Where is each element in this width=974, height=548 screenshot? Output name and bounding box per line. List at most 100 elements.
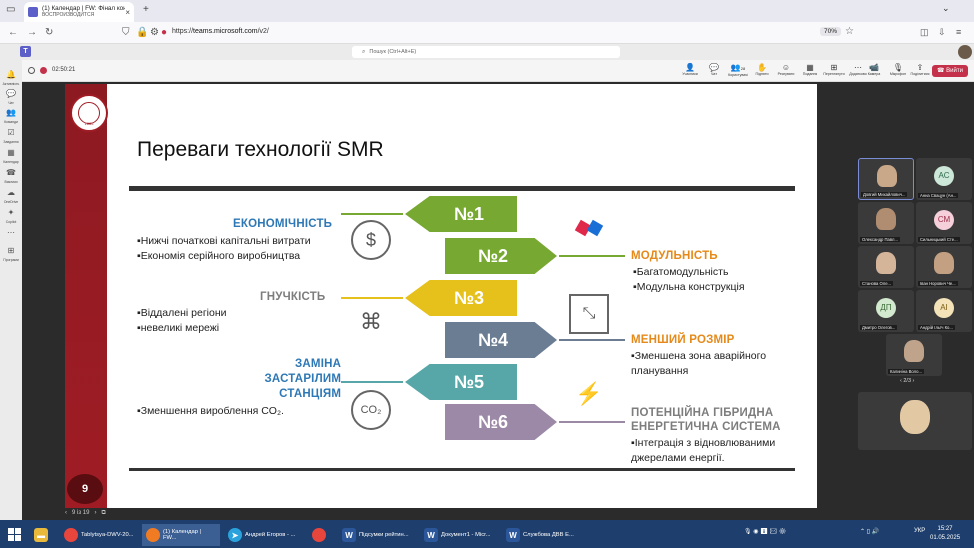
rail-teams[interactable]: 👥 Команди: [0, 102, 22, 124]
react-button[interactable]: ☺ Реагувати: [774, 63, 798, 76]
connector-4: [559, 339, 625, 341]
popout-icon[interactable]: ⧉: [101, 510, 105, 516]
participant-avatar: [876, 208, 896, 230]
participant-tile[interactable]: СМ Сильницький Сте...: [916, 202, 972, 244]
rail-apps[interactable]: ⊞ Програми: [0, 240, 22, 262]
taskbar-label: Андрей Егоров - ...: [245, 532, 296, 538]
tray-status-icons[interactable]: ⌃ ▯ 🔊: [860, 528, 879, 535]
tasks-icon: ☑: [7, 128, 15, 137]
people-button[interactable]: 👥28 Користувачі: [726, 63, 750, 77]
shrink-icon: ⤡: [569, 294, 609, 334]
participant-tile[interactable]: АС Анна Свацун (Ан...: [916, 158, 972, 200]
participant-name: Олександр Павл...: [860, 237, 900, 242]
search-input[interactable]: ⌕ Пошук (Ctrl+Alt+E): [352, 46, 620, 58]
rail-copilot[interactable]: ✦ Copilot: [0, 202, 22, 224]
bullet: ▪Багатомодульність: [633, 266, 729, 278]
people-count-icon: 👥28: [730, 63, 746, 72]
forward-icon[interactable]: →: [27, 27, 37, 38]
participant-tile[interactable]: Олександр Павл...: [858, 202, 914, 244]
modules-icon: [569, 208, 609, 248]
zoom-level[interactable]: 70%: [820, 27, 842, 36]
clock-date: 01.05.2025: [930, 535, 961, 541]
taskbar-item[interactable]: ➤ Андрей Егоров - ...: [224, 524, 302, 546]
lock-icon[interactable]: 🔒: [136, 27, 148, 38]
shield-icon[interactable]: ⛉: [122, 27, 130, 38]
windows-start-icon[interactable]: [8, 528, 21, 541]
next-slide-icon[interactable]: ›: [94, 510, 96, 516]
university-seal-icon: 1885: [70, 94, 108, 132]
taskbar-label: Підсумки рейтин...: [359, 532, 409, 538]
close-tab-icon[interactable]: ×: [125, 8, 130, 17]
heading-modularity: МОДУЛЬНІСТЬ: [631, 250, 718, 262]
participant-tile[interactable]: Станова Оле...: [858, 246, 914, 288]
permissions-icon[interactable]: ⚙: [150, 27, 159, 38]
leave-button[interactable]: ☎ Вийти: [932, 65, 968, 77]
participants-count: 28: [740, 66, 746, 71]
search-icon: ⌕: [362, 48, 366, 55]
reload-icon[interactable]: ↻: [45, 27, 53, 38]
language-indicator[interactable]: УКР: [914, 528, 925, 534]
connector-1: [341, 213, 403, 215]
menu-icon[interactable]: ≡: [956, 27, 961, 37]
heading-line: ПОТЕНЦІЙНА ГІБРИДНА: [631, 407, 774, 419]
participant-tile[interactable]: АІ Андрій Ільїч Ко...: [916, 290, 972, 332]
view-button[interactable]: ▦ Подання: [798, 63, 822, 76]
tab-list-icon[interactable]: ▭: [6, 5, 15, 15]
bullet: ▪Нижчі початкові капітальні витрати: [137, 235, 311, 247]
participant-tile[interactable]: Іван Норович Че...: [916, 246, 972, 288]
arrow-2: №2: [445, 238, 557, 274]
participant-initials: ДП: [876, 298, 896, 318]
user-avatar[interactable]: [958, 45, 972, 59]
tray-icons[interactable]: 🎙 ◉ ⬇ ✉ ⚙: [744, 528, 786, 535]
self-video-tile[interactable]: [858, 392, 972, 450]
heading-smaller-size: МЕНШИЙ РОЗМІР: [631, 334, 735, 346]
network-icon: ⌘: [360, 309, 382, 334]
pocket-icon[interactable]: ◫: [920, 27, 929, 38]
share-button[interactable]: ⇪ Поділитися: [908, 63, 932, 76]
participant-initials: СМ: [934, 210, 954, 230]
extensions-icon[interactable]: ⇩: [938, 27, 946, 38]
toolbar-label: Мікрофон: [889, 72, 907, 76]
microphone-active-icon[interactable]: ●: [161, 27, 167, 38]
taskbar-item[interactable]: W Документ1 - Micr...: [420, 524, 498, 546]
connector-3: [341, 297, 403, 299]
raise-hand-button[interactable]: ✋ Підняти: [750, 63, 774, 76]
rail-calendar[interactable]: ▦ Календар: [0, 142, 22, 164]
participants-view-button[interactable]: 👤 Учасники: [678, 63, 702, 76]
rail-tasks[interactable]: ☑ Завдання: [0, 122, 22, 144]
meeting-info-icon[interactable]: [28, 67, 35, 74]
chat-button[interactable]: 💬 Чат: [702, 63, 726, 76]
participant-tile[interactable]: Довгий Михайлович...: [858, 158, 914, 200]
review-button[interactable]: ⊞ Переглянути: [822, 63, 846, 76]
taskbar-item[interactable]: W Підсумки рейтин...: [338, 524, 416, 546]
microphone-button[interactable]: 🎙 Мікрофон: [886, 63, 910, 76]
camera-button[interactable]: 📹 Камера: [862, 63, 886, 76]
system-clock[interactable]: 15:27 01.05.2025: [930, 525, 960, 543]
bookmark-star-icon[interactable]: ☆: [845, 26, 854, 37]
previous-slide-icon[interactable]: ‹: [65, 510, 67, 516]
slide-divider-top: [129, 186, 795, 191]
rail-onedrive[interactable]: ☁ OneDrive: [0, 182, 22, 204]
taskbar-item[interactable]: [308, 524, 334, 546]
windows-taskbar: ▬ Tablytsya-DWV-20... (1) Календар | FW.…: [0, 520, 974, 548]
browser-tab[interactable]: (1) Календар | FW: Фінал конк... ВОСПРОИ…: [24, 2, 134, 22]
participant-tile[interactable]: ДП Дмитро Олегов...: [858, 290, 914, 332]
new-tab-icon[interactable]: +: [143, 5, 149, 15]
rail-more[interactable]: ⋯: [0, 222, 22, 240]
chat-icon: 💬: [709, 63, 719, 72]
heading-line: СТАНЦІЯМ: [279, 388, 342, 400]
participant-tile[interactable]: Калиніна Воло...: [886, 334, 942, 376]
participants-pager[interactable]: ‹ 2/3 ›: [900, 378, 914, 384]
tab-title: (1) Календар | FW: Фінал конк...: [42, 5, 126, 12]
taskbar-item[interactable]: Tablytsya-DWV-20...: [60, 524, 138, 546]
toolbar-label: Поділитися: [910, 72, 930, 76]
taskbar-item[interactable]: (1) Календар | FW...: [142, 524, 220, 546]
back-icon[interactable]: ←: [8, 27, 18, 38]
bullet: ▪невеликі мережі: [137, 322, 220, 334]
file-explorer-task[interactable]: ▬: [30, 524, 55, 546]
chevron-down-icon[interactable]: ⌄: [942, 3, 950, 14]
url-field[interactable]: https://teams.microsoft.com/v2/: [172, 28, 269, 35]
word-icon: W: [342, 528, 356, 542]
rail-calls[interactable]: ☎ Виклики: [0, 162, 22, 184]
taskbar-item[interactable]: W Службова ДВВ Е...: [502, 524, 580, 546]
